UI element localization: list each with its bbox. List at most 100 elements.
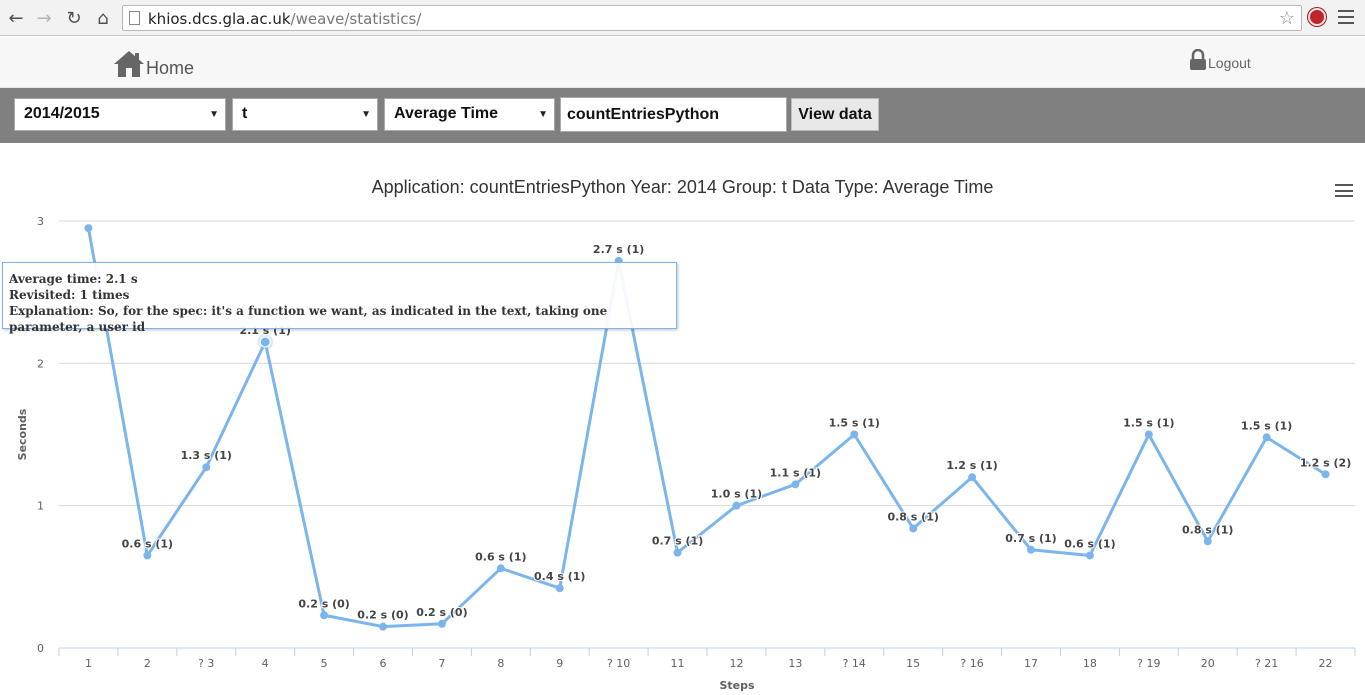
data-label: 0.7 s (1) bbox=[652, 535, 703, 548]
y-tick-label: 3 bbox=[37, 215, 44, 228]
data-point bbox=[555, 584, 564, 593]
back-arrow-icon[interactable]: ← bbox=[4, 6, 28, 30]
x-tick-label: 6 bbox=[380, 657, 387, 670]
data-point bbox=[791, 480, 800, 489]
address-bar[interactable]: khios.dcs.gla.ac.uk/weave/statistics/ ☆ bbox=[122, 5, 1302, 31]
url-path: /weave/statistics/ bbox=[290, 10, 422, 28]
x-tick-label: 7 bbox=[438, 657, 445, 670]
x-tick-label: ? 3 bbox=[198, 657, 214, 670]
filter-bar: 2014/2015 ▼ t ▼ Average Time ▼ View data bbox=[0, 88, 1365, 143]
data-point bbox=[1144, 430, 1153, 439]
x-tick-label: 5 bbox=[321, 657, 328, 670]
data-point bbox=[437, 619, 446, 628]
data-point bbox=[673, 548, 682, 557]
chart-menu-icon[interactable] bbox=[1335, 184, 1353, 197]
data-label: 0.2 s (0) bbox=[416, 606, 467, 619]
x-tick-label: 13 bbox=[788, 657, 802, 670]
data-label: 0.2 s (0) bbox=[357, 609, 408, 622]
year-select-value: 2014/2015 bbox=[24, 105, 100, 122]
data-point bbox=[968, 473, 977, 482]
url-text: khios.dcs.gla.ac.uk/weave/statistics/ bbox=[148, 10, 421, 28]
data-label: 0.4 s (1) bbox=[534, 570, 585, 583]
data-point bbox=[496, 564, 505, 573]
x-tick-label: 12 bbox=[729, 657, 743, 670]
x-tick-label: 18 bbox=[1083, 657, 1097, 670]
view-data-button[interactable]: View data bbox=[791, 98, 879, 131]
data-label: 1.5 s (1) bbox=[829, 417, 880, 430]
data-label: 1.3 s (1) bbox=[181, 449, 232, 462]
data-label: 1.5 s (1) bbox=[1123, 417, 1174, 430]
data-point bbox=[1262, 433, 1271, 442]
y-tick-label: 0 bbox=[37, 642, 44, 655]
data-label: 0.6 s (1) bbox=[1064, 537, 1115, 550]
group-select[interactable]: t ▼ bbox=[232, 98, 378, 131]
browser-menu-icon[interactable] bbox=[1338, 8, 1354, 26]
bookmark-star-icon[interactable]: ☆ bbox=[1279, 8, 1295, 29]
data-point bbox=[320, 611, 329, 620]
data-point bbox=[1027, 545, 1035, 554]
year-select[interactable]: 2014/2015 ▼ bbox=[14, 98, 226, 131]
data-point bbox=[202, 463, 211, 472]
data-label: 0.8 s (1) bbox=[1182, 523, 1233, 536]
y-axis-title: Seconds bbox=[16, 408, 29, 460]
group-select-value: t bbox=[242, 105, 248, 122]
reload-icon[interactable]: ↻ bbox=[62, 6, 86, 30]
x-tick-label: 20 bbox=[1201, 657, 1215, 670]
x-tick-label: 17 bbox=[1024, 657, 1038, 670]
data-point bbox=[850, 430, 859, 439]
url-host: khios.dcs.gla.ac.uk bbox=[148, 10, 291, 28]
x-tick-label: 15 bbox=[906, 657, 920, 670]
y-tick-label: 2 bbox=[37, 357, 44, 370]
site-header: Home Logout bbox=[0, 37, 1365, 88]
home-link[interactable]: Home bbox=[112, 49, 194, 79]
chevron-down-icon: ▼ bbox=[209, 109, 219, 120]
lock-icon bbox=[1190, 49, 1206, 70]
x-tick-label: 4 bbox=[262, 657, 269, 670]
data-point bbox=[379, 622, 387, 631]
home-label: Home bbox=[146, 58, 195, 78]
x-tick-label: 2 bbox=[144, 657, 151, 670]
data-label: 0.6 s (1) bbox=[122, 537, 173, 550]
x-tick-label: 9 bbox=[556, 657, 563, 670]
forward-arrow-icon[interactable]: → bbox=[32, 6, 56, 30]
extension-icon[interactable] bbox=[1308, 8, 1326, 26]
data-label: 1.1 s (1) bbox=[770, 466, 821, 479]
data-label: 2.7 s (1) bbox=[593, 243, 644, 256]
page-icon bbox=[129, 11, 140, 25]
data-point bbox=[1085, 551, 1094, 560]
house-icon bbox=[114, 51, 144, 77]
data-label: 1.2 s (2) bbox=[1300, 456, 1351, 469]
chart-title: Application: countEntriesPython Year: 20… bbox=[371, 177, 994, 197]
data-point bbox=[259, 336, 271, 348]
x-tick-label: 1 bbox=[85, 657, 92, 670]
data-label: 0.6 s (1) bbox=[475, 550, 526, 563]
x-tick-label: 11 bbox=[671, 657, 685, 670]
chart-tooltip: Average time: 2.1 s Revisited: 1 times E… bbox=[2, 262, 677, 334]
tooltip-average-time: Average time: 2.1 s bbox=[9, 272, 138, 286]
chevron-down-icon: ▼ bbox=[361, 109, 371, 120]
data-label: 1.2 s (1) bbox=[946, 459, 997, 472]
x-tick-label: ? 21 bbox=[1255, 657, 1278, 670]
data-point bbox=[909, 524, 918, 533]
logout-link[interactable]: Logout bbox=[1188, 49, 1251, 71]
chevron-down-icon: ▼ bbox=[538, 109, 548, 120]
x-tick-label: ? 19 bbox=[1137, 657, 1160, 670]
x-tick-label: ? 16 bbox=[960, 657, 983, 670]
data-label: 0.7 s (1) bbox=[1005, 532, 1056, 545]
x-tick-label: ? 14 bbox=[843, 657, 866, 670]
home-icon[interactable]: ⌂ bbox=[91, 6, 115, 30]
x-tick-label: 8 bbox=[497, 657, 504, 670]
x-axis-title: Steps bbox=[719, 679, 755, 692]
browser-toolbar: ← → ↻ ⌂ khios.dcs.gla.ac.uk/weave/statis… bbox=[0, 0, 1365, 36]
x-tick-label: ? 10 bbox=[607, 657, 630, 670]
logout-label: Logout bbox=[1208, 55, 1251, 71]
data-label: 1.5 s (1) bbox=[1241, 419, 1292, 432]
data-label: 1.0 s (1) bbox=[711, 488, 762, 501]
data-type-select-value: Average Time bbox=[394, 105, 499, 122]
data-type-select[interactable]: Average Time ▼ bbox=[384, 98, 555, 131]
tooltip-explanation: Explanation: So, for the spec: it's a fu… bbox=[9, 304, 608, 334]
data-point bbox=[1203, 537, 1212, 546]
x-tick-label: 22 bbox=[1319, 657, 1333, 670]
application-input[interactable] bbox=[560, 97, 787, 132]
data-label: 0.8 s (1) bbox=[887, 510, 938, 523]
